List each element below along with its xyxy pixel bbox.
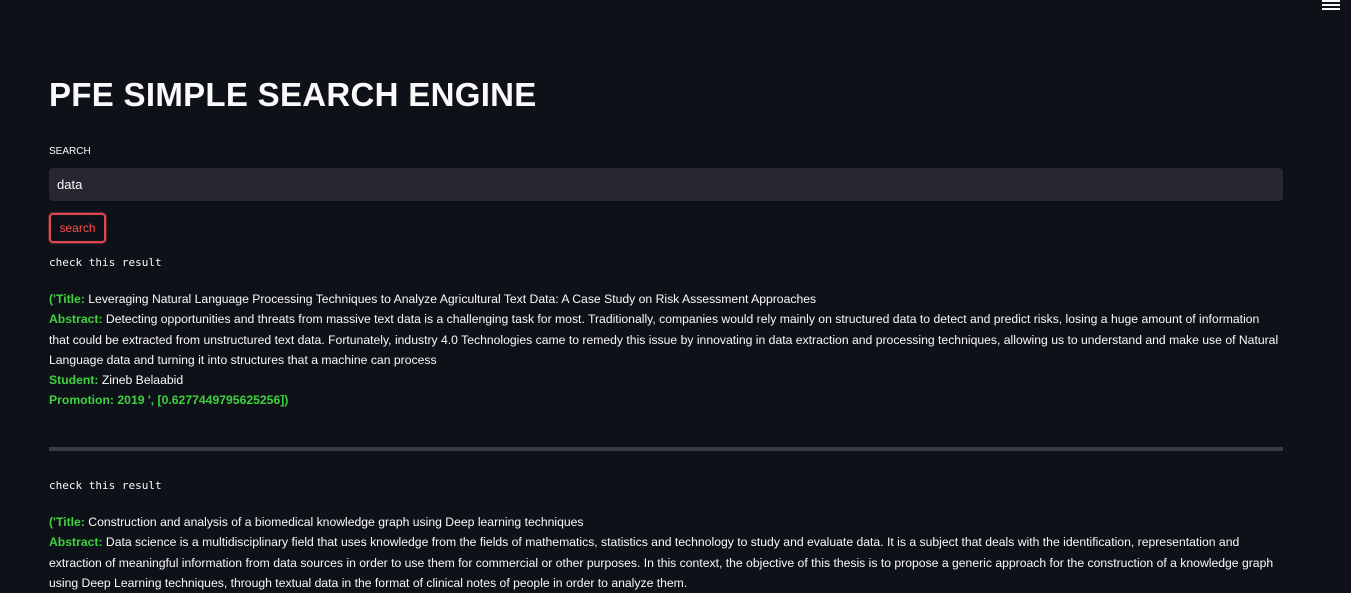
result-title-line: ('Title: Leveraging Natural Language Pro… (49, 289, 1283, 309)
result-title-line: ('Title: Construction and analysis of a … (49, 512, 1283, 532)
hamburger-menu-icon[interactable] (1322, 0, 1340, 10)
page-title: PFE SIMPLE SEARCH ENGINE (49, 76, 537, 113)
result-promotion-line: Promotion: 2019 ', [0.6277449795625256]) (49, 390, 1283, 410)
result-promotion: 2019 ', [0.6277449795625256]) (117, 393, 289, 408)
result-check-text: check this result (49, 256, 162, 269)
result-item: check this result ('Title: Leveraging Na… (49, 256, 1283, 411)
result-abstract-label: Abstract: (49, 312, 103, 327)
result-open-prefix: (' (49, 292, 56, 306)
result-record: ('Title: Leveraging Natural Language Pro… (49, 289, 1283, 411)
result-abstract-line: Abstract: Detecting opportunities and th… (49, 309, 1283, 370)
result-title-label: Title: (55, 515, 85, 529)
search-button[interactable]: search (49, 213, 106, 243)
result-promotion-label: Promotion: (49, 393, 114, 408)
result-student-line: Student: Zineb Belaabid (49, 370, 1283, 390)
result-title: Construction and analysis of a biomedica… (88, 515, 584, 529)
result-abstract-label: Abstract: (49, 535, 103, 550)
result-check-text: check this result (49, 479, 162, 492)
result-divider (49, 447, 1283, 451)
result-title-label: Title: (55, 292, 85, 306)
result-student: Zineb Belaabid (101, 373, 184, 388)
result-abstract-line: Abstract: Data science is a multidiscipl… (49, 532, 1283, 593)
result-title: Leveraging Natural Language Processing T… (88, 292, 817, 306)
result-open-prefix: (' (49, 515, 56, 529)
search-label: SEARCH (49, 146, 91, 157)
result-abstract: Data science is a multidisciplinary fiel… (49, 535, 1274, 590)
result-abstract: Detecting opportunities and threats from… (49, 312, 1279, 367)
search-input[interactable] (49, 168, 1283, 201)
result-item: check this result ('Title: Construction … (49, 479, 1283, 593)
result-student-label: Student: (49, 373, 99, 388)
